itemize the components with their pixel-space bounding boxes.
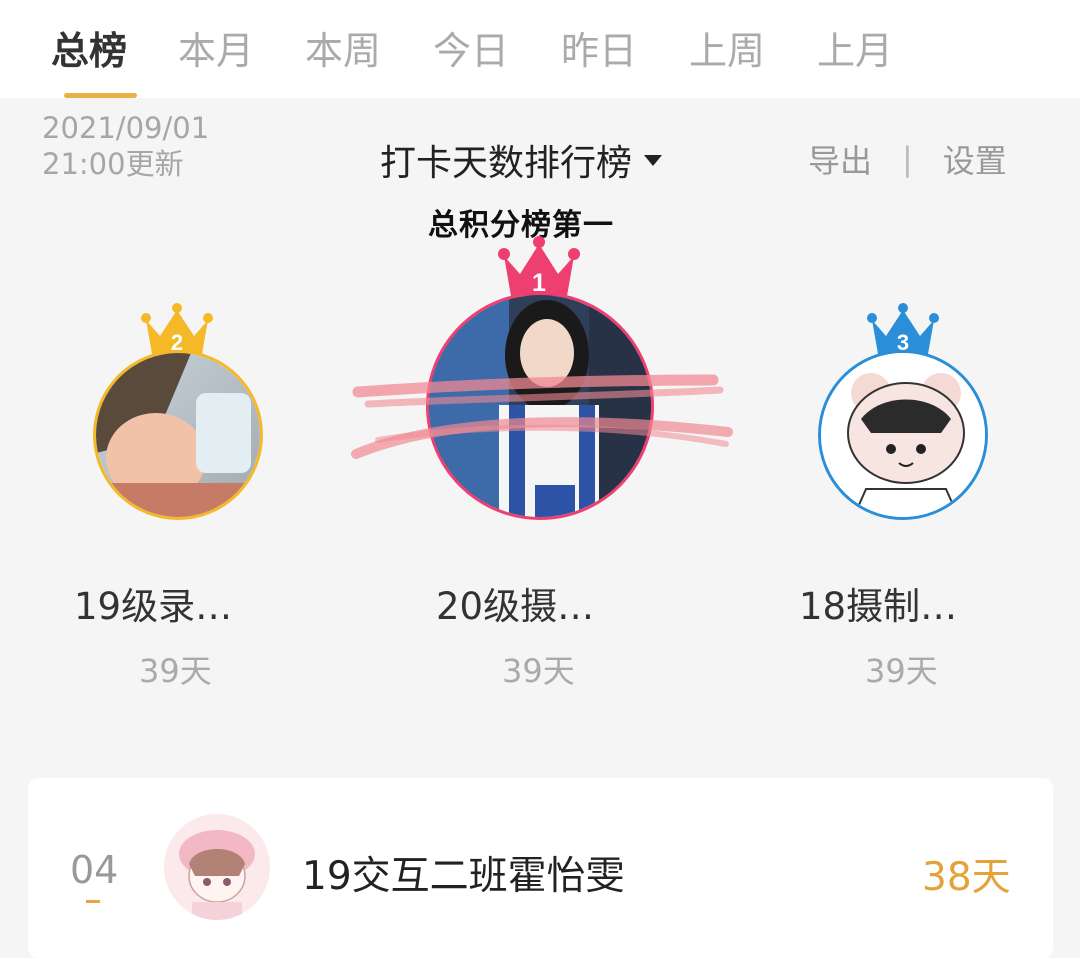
tab-yesterday[interactable]: 昨日 [561,20,637,75]
podium-rank-3-name[interactable]: 18摄制… [799,576,957,630]
list-item-avatar-image [164,814,270,920]
avatar-rank-1[interactable] [426,292,654,520]
podium-rank-3-days: 39天 [865,652,938,690]
tab-last-week[interactable]: 上周 [689,20,765,75]
tab-last-month[interactable]: 上月 [817,20,893,75]
tab-this-month[interactable]: 本月 [178,20,254,75]
avatar-rank-1-image [429,295,651,517]
actions-separator: | [902,140,913,178]
avatar-rank-3[interactable] [818,350,988,520]
update-date: 2021/09/01 [42,111,210,145]
avatar-rank-2-image [96,353,260,517]
list-item-rank: 04 [70,848,119,892]
tab-today[interactable]: 今日 [433,20,509,75]
tab-overall[interactable]: 总榜 [51,20,127,75]
update-time: 21:00更新 [42,147,184,181]
list-item-days: 38天 [922,855,1011,900]
podium-rank-2-name[interactable]: 19级录… [74,576,232,630]
podium-rank-1-name[interactable]: 20级摄… [436,576,594,630]
export-button[interactable]: 导出 [808,136,872,182]
active-tab-indicator [64,93,137,98]
caret-down-icon [644,154,663,166]
board-selector[interactable]: 打卡天数排行榜 [380,134,663,186]
list-item[interactable]: 04 19交互二班霍怡雯 38天 [28,778,1053,958]
avatar-rank-2[interactable] [93,350,263,520]
list-item-name: 19交互二班霍怡雯 [302,854,625,899]
podium-rank-2-days: 39天 [139,652,212,690]
tab-this-week[interactable]: 本周 [305,20,381,75]
list-item-avatar[interactable] [164,814,270,920]
update-timestamp: 2021/09/01 21:00更新 [42,110,209,182]
podium-rank-1-days: 39天 [502,652,575,690]
header-actions: 导出 | 设置 [808,136,1007,182]
settings-button[interactable]: 设置 [943,136,1007,182]
avatar-rank-3-image [821,353,985,517]
rank-underline [86,900,100,903]
board-title: 打卡天数排行榜 [380,143,633,184]
period-tabs: 总榜 本月 本周 今日 昨日 上周 上月 [0,0,1080,98]
